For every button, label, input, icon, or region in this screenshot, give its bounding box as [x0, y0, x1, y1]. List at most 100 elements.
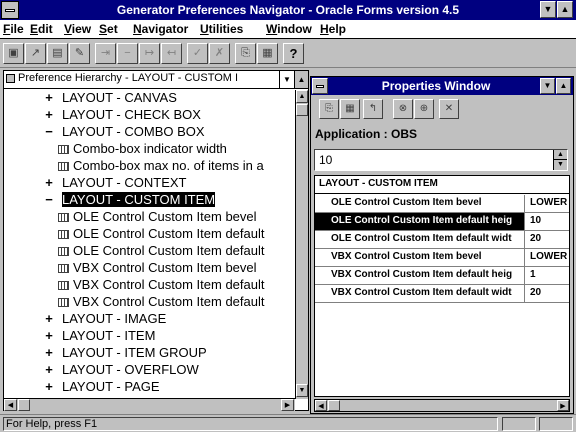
cut-icon[interactable]: ✎ — [69, 43, 90, 64]
scroll-down-arrow-icon[interactable]: ▼ — [296, 384, 308, 397]
spin-up-icon[interactable]: ▲ — [554, 150, 567, 160]
preference-category[interactable]: + LAYOUT - IMAGE — [42, 311, 166, 328]
grid-scroll-right-icon[interactable]: ▶ — [557, 400, 569, 411]
preference-item[interactable]: OLE Control Custom Item default — [58, 226, 264, 243]
property-value[interactable]: LOWER — [526, 249, 569, 266]
inherit-icon[interactable]: ↰ — [363, 99, 383, 119]
menu-utilities[interactable]: Utilities — [200, 22, 243, 36]
collapse-node-icon[interactable]: − — [42, 192, 56, 208]
property-row[interactable]: VBX Control Custom Item default widt 20 — [315, 285, 569, 303]
expand-node-icon[interactable]: + — [42, 90, 56, 106]
preference-category[interactable]: − LAYOUT - CUSTOM ITEM — [42, 192, 216, 209]
intersection-icon[interactable]: ⊗ — [393, 99, 413, 119]
delete-icon[interactable]: ✗ — [209, 43, 230, 64]
pane-menu-icon[interactable] — [6, 74, 15, 83]
menu-view[interactable]: View — [64, 22, 91, 36]
property-value[interactable]: LOWER — [526, 195, 569, 212]
preference-item[interactable]: VBX Control Custom Item bevel — [58, 260, 257, 277]
property-row[interactable]: VBX Control Custom Item default heig 1 — [315, 267, 569, 285]
create-icon[interactable]: ✓ — [187, 43, 208, 64]
preference-item[interactable]: Combo-box indicator width — [58, 141, 227, 158]
preference-category[interactable]: − LAYOUT - COMBO BOX — [42, 124, 204, 141]
property-row[interactable]: VBX Control Custom Item bevel LOWER — [315, 249, 569, 267]
property-value[interactable]: 20 — [526, 285, 569, 302]
expand-node-icon[interactable]: + — [42, 175, 56, 191]
preference-category[interactable]: + LAYOUT - ITEM — [42, 328, 155, 345]
property-value[interactable]: 20 — [526, 231, 569, 248]
print-icon[interactable]: ▤ — [47, 43, 68, 64]
chevron-down-icon[interactable]: ▼ — [279, 71, 294, 88]
grid-scroll-left-icon[interactable]: ◀ — [315, 400, 327, 411]
help-button[interactable]: ? — [283, 43, 304, 64]
property-name: OLE Control Custom Item bevel — [315, 195, 525, 212]
menu-label: iew — [71, 22, 92, 36]
expand-node-icon[interactable]: + — [42, 345, 56, 361]
system-menu-icon[interactable] — [1, 1, 19, 19]
app-title-bar[interactable]: Generator Preferences Navigator - Oracle… — [0, 0, 576, 20]
properties-title-bar[interactable]: Properties Window ▼ ▲ — [311, 77, 573, 95]
tree-vertical-scrollbar[interactable]: ▲ ▼ — [295, 90, 308, 399]
pane-scroll-up-button[interactable]: ▲ — [294, 71, 308, 88]
minimize-button[interactable]: ▼ — [540, 1, 556, 18]
expand-all-icon[interactable]: ↦ — [139, 43, 160, 64]
menu-file[interactable]: File — [3, 22, 24, 36]
node-label: LAYOUT - PAGE — [62, 379, 160, 394]
menu-set[interactable]: Set — [99, 22, 118, 36]
preference-item[interactable]: OLE Control Custom Item bevel — [58, 209, 257, 226]
properties-menu-icon[interactable] — [312, 78, 328, 94]
property-value[interactable]: 1 — [526, 267, 569, 284]
preference-item[interactable]: VBX Control Custom Item default — [58, 277, 264, 294]
expand-node-icon[interactable]: + — [42, 379, 56, 395]
open-icon[interactable]: ↗ — [25, 43, 46, 64]
collapse-icon[interactable]: − — [117, 43, 138, 64]
scroll-up-arrow-icon[interactable]: ▲ — [296, 90, 308, 103]
property-value-input[interactable]: 10 ▲ ▼ — [314, 149, 568, 171]
preference-category[interactable]: + LAYOUT - ITEM GROUP — [42, 345, 207, 362]
tree-horizontal-scrollbar[interactable]: ◀ ▶ — [4, 398, 295, 411]
maximize-button[interactable]: ▲ — [557, 1, 573, 18]
grid-horizontal-scrollbar[interactable]: ◀ ▶ — [314, 399, 570, 412]
preference-item-icon — [58, 230, 69, 240]
preference-category[interactable]: + LAYOUT - OVERFLOW — [42, 362, 199, 379]
property-row[interactable]: OLE Control Custom Item default widt 20 — [315, 231, 569, 249]
paste-icon[interactable]: ▦ — [257, 43, 278, 64]
scroll-right-arrow-icon[interactable]: ▶ — [281, 399, 294, 411]
preference-item[interactable]: Combo-box max no. of items in a — [58, 158, 264, 175]
grid-scroll-thumb[interactable] — [328, 400, 340, 411]
properties-window: Properties Window ▼ ▲ ⎘ ▦ ↰ ⊗ ⊕ ✕ Application… — [310, 76, 574, 414]
union-icon[interactable]: ⊕ — [414, 99, 434, 119]
collapse-node-icon[interactable]: − — [42, 124, 56, 140]
property-row[interactable]: OLE Control Custom Item default heig 10 — [315, 213, 569, 231]
copy-icon[interactable]: ⎘ — [235, 43, 256, 64]
menu-help[interactable]: Help — [320, 22, 346, 36]
save-icon[interactable]: ▣ — [3, 43, 24, 64]
preference-item[interactable]: VBX Control Custom Item default — [58, 294, 264, 311]
menu-navigator[interactable]: Navigator — [133, 22, 188, 36]
preference-item[interactable]: OLE Control Custom Item default — [58, 243, 264, 260]
collapse-all-icon[interactable]: ↤ — [161, 43, 182, 64]
expand-node-icon[interactable]: + — [42, 362, 56, 378]
copy-properties-icon[interactable]: ⎘ — [319, 99, 339, 119]
hierarchy-selector[interactable]: Preference Hierarchy - LAYOUT - CUSTOM I… — [4, 71, 308, 89]
pin-icon[interactable]: ✕ — [439, 99, 459, 119]
properties-minimize-button[interactable]: ▼ — [540, 78, 555, 94]
preference-category[interactable]: + LAYOUT - CANVAS — [42, 90, 177, 107]
paste-properties-icon[interactable]: ▦ — [340, 99, 360, 119]
scroll-left-arrow-icon[interactable]: ◀ — [4, 399, 17, 411]
preference-category[interactable]: + LAYOUT - CHECK BOX — [42, 107, 201, 124]
value-spinner[interactable]: ▲ ▼ — [553, 150, 567, 170]
properties-maximize-button[interactable]: ▲ — [556, 78, 571, 94]
menu-edit[interactable]: Edit — [30, 22, 53, 36]
property-value[interactable]: 10 — [526, 213, 569, 230]
expand-node-icon[interactable]: + — [42, 328, 56, 344]
property-row[interactable]: OLE Control Custom Item bevel LOWER — [315, 195, 569, 213]
preference-category[interactable]: + LAYOUT - CONTEXT — [42, 175, 186, 192]
expand-node-icon[interactable]: + — [42, 107, 56, 123]
expand-icon[interactable]: ⇥ — [95, 43, 116, 64]
horizontal-scroll-thumb[interactable] — [18, 399, 30, 411]
scroll-thumb[interactable] — [296, 104, 308, 116]
expand-node-icon[interactable]: + — [42, 311, 56, 327]
preference-category[interactable]: + LAYOUT - PAGE — [42, 379, 160, 396]
spin-down-icon[interactable]: ▼ — [554, 160, 567, 170]
menu-window[interactable]: Window — [266, 22, 312, 36]
